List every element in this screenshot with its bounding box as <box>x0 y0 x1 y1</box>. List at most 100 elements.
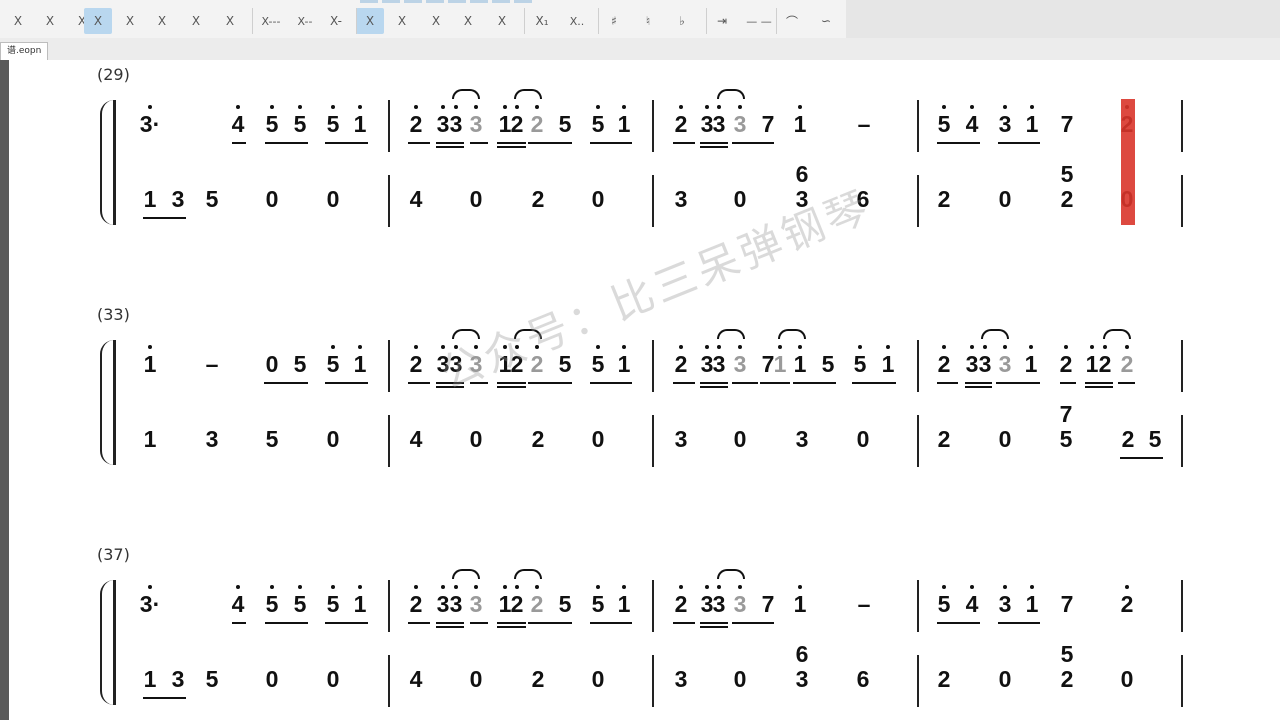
beam-line <box>436 142 464 144</box>
beam-line <box>965 386 992 388</box>
toolbar-empty-area <box>846 0 1280 38</box>
lower-note: 6 <box>795 641 809 667</box>
lower-note: 3 <box>674 426 688 452</box>
tie-arc <box>514 569 542 579</box>
barline <box>388 175 390 227</box>
toolbar-button-6[interactable]: X <box>148 8 176 34</box>
octave-dot <box>942 585 946 589</box>
toolbar-button-18[interactable]: X.. <box>560 8 594 34</box>
beam-line <box>232 142 246 144</box>
upper-note: 1 <box>353 351 367 377</box>
octave-dot <box>596 345 600 349</box>
lower-note: 0 <box>856 426 870 452</box>
upper-note: 2 <box>1120 591 1134 617</box>
lower-note: 0 <box>998 186 1012 212</box>
toolbar-button-19[interactable]: ♯ <box>600 8 628 34</box>
document-tab[interactable]: 谱.eopn <box>0 42 49 60</box>
toolbar-separator <box>706 8 707 34</box>
toolbar-button-24[interactable]: ⌒ <box>778 8 806 34</box>
measure-number: (29) <box>97 65 130 84</box>
lower-note: 3 <box>674 186 688 212</box>
toolbar-button-7[interactable]: X <box>182 8 210 34</box>
barline <box>388 580 390 632</box>
upper-note: – <box>205 351 219 377</box>
beam-line <box>325 382 368 384</box>
upper-note: 1 <box>498 591 512 617</box>
octave-dot <box>717 585 721 589</box>
octave-dot <box>236 585 240 589</box>
toolbar-separator <box>524 8 525 34</box>
upper-note: 2 <box>674 591 688 617</box>
beam-line <box>700 386 728 388</box>
octave-dot <box>738 105 742 109</box>
upper-note: 2 <box>1098 351 1112 377</box>
barline <box>917 175 919 227</box>
toolbar-button-21[interactable]: ♭ <box>668 8 696 34</box>
upper-note: 3 <box>712 111 726 137</box>
barline <box>1181 655 1183 707</box>
upper-note: 2 <box>1120 351 1134 377</box>
system-line <box>113 580 116 705</box>
lower-note: 5 <box>1060 641 1074 667</box>
octave-dot <box>622 345 626 349</box>
upper-note: 1 <box>617 591 631 617</box>
upper-note: 3 <box>436 591 450 617</box>
octave-dot <box>515 105 519 109</box>
toolbar-button-4[interactable]: X <box>84 8 112 34</box>
toolbar-button-15[interactable]: X <box>454 8 482 34</box>
beam-line <box>732 142 774 144</box>
toolbar-button-13[interactable]: X <box>388 8 416 34</box>
octave-dot <box>970 585 974 589</box>
beam-line <box>143 697 186 699</box>
toolbar-button-20[interactable]: ♮ <box>634 8 662 34</box>
lower-note: 5 <box>1148 426 1162 452</box>
lower-note: 0 <box>998 666 1012 692</box>
lower-note: 0 <box>469 186 483 212</box>
barline <box>1181 340 1183 392</box>
lower-note: 2 <box>1121 426 1135 452</box>
beam-line <box>700 622 728 624</box>
toolbar-button-2[interactable]: X <box>36 8 64 34</box>
toolbar-button-23[interactable]: — — <box>742 8 776 34</box>
toolbar-button-11[interactable]: X- <box>322 8 350 34</box>
upper-note: – <box>857 111 871 137</box>
toolbar-button-10[interactable]: X-- <box>288 8 322 34</box>
toolbar-button-8[interactable]: X <box>216 8 244 34</box>
upper-note: 3 <box>712 591 726 617</box>
toolbar-button-5[interactable]: X <box>116 8 144 34</box>
toolbar-button-22[interactable]: ⇥ <box>708 8 736 34</box>
toolbar-button-1[interactable]: X <box>4 8 32 34</box>
toolbar-button-12[interactable]: X <box>356 8 384 34</box>
measure-number: (37) <box>97 545 130 564</box>
score-canvas[interactable]: (29)3·455512333122551233371–543172135004… <box>9 60 1280 720</box>
octave-dot <box>270 105 274 109</box>
octave-dot <box>474 105 478 109</box>
lower-note: 0 <box>326 426 340 452</box>
toolbar-button-14[interactable]: X <box>422 8 450 34</box>
toolbar-button-9[interactable]: X--- <box>254 8 288 34</box>
upper-note: 3· <box>139 591 161 617</box>
beam-line <box>408 142 430 144</box>
beam-line <box>700 382 728 384</box>
toolbar-button-25[interactable]: ∽ <box>812 8 840 34</box>
beam-line <box>965 382 992 384</box>
octave-dot <box>679 105 683 109</box>
lower-note: 0 <box>733 186 747 212</box>
octave-dot <box>414 345 418 349</box>
upper-note: 1 <box>353 591 367 617</box>
upper-note: 5 <box>937 591 951 617</box>
playback-cursor <box>1121 99 1135 225</box>
left-panel-edge <box>0 60 9 720</box>
lower-note: 5 <box>1060 161 1074 187</box>
upper-note: 5 <box>821 351 835 377</box>
octave-dot <box>798 345 802 349</box>
upper-note: 3 <box>449 591 463 617</box>
lower-note: 5 <box>265 426 279 452</box>
upper-note: 2 <box>530 111 544 137</box>
octave-dot <box>358 345 362 349</box>
octave-dot <box>705 105 709 109</box>
toolbar-button-16[interactable]: X <box>488 8 516 34</box>
upper-note: 1 <box>617 351 631 377</box>
toolbar-button-17[interactable]: X₁ <box>528 8 556 34</box>
upper-note: 3 <box>733 111 747 137</box>
